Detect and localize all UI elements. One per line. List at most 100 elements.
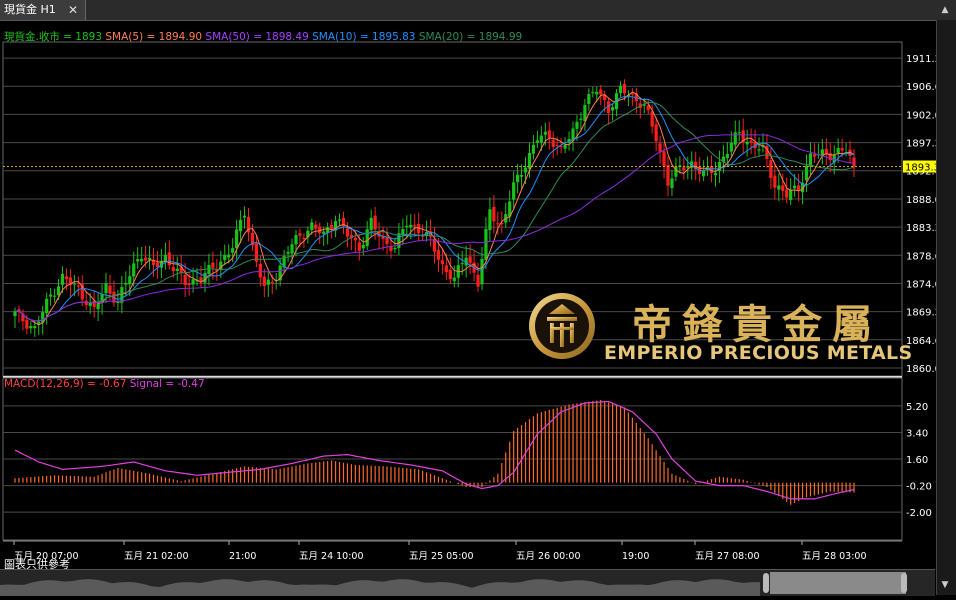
macd-tick-label: -0.20 <box>906 482 932 493</box>
candle-body <box>262 276 266 286</box>
candle-body <box>852 157 856 167</box>
candle-body <box>733 132 737 145</box>
candle-body <box>749 140 753 143</box>
candle-body <box>136 259 140 262</box>
candle-body <box>183 274 187 286</box>
candle-body <box>337 219 342 221</box>
navigator-overview[interactable] <box>0 570 935 596</box>
candle-body <box>496 223 500 225</box>
candle-body <box>682 167 686 171</box>
navigator-handle[interactable] <box>901 573 907 593</box>
candle-body <box>769 160 773 178</box>
candle-body <box>132 263 136 277</box>
candle-body <box>535 140 539 143</box>
navigator-handle[interactable] <box>763 573 769 593</box>
price-tick-label: 1883.33 <box>906 223 936 234</box>
candle-body <box>140 258 144 262</box>
horizontal-scroller[interactable] <box>0 569 935 596</box>
candle-body <box>45 298 49 314</box>
candle-body <box>322 231 326 234</box>
candle-body <box>452 277 456 282</box>
candle-body <box>187 283 191 286</box>
candle-body <box>804 165 809 181</box>
indicator-legend: 現貨金.收市 = 1893 SMA(5) = 1894.90 SMA(50) =… <box>4 29 522 44</box>
candle-body <box>670 178 674 189</box>
candle-body <box>785 189 789 198</box>
candle-body <box>531 145 536 154</box>
candle-body <box>290 244 294 254</box>
candle-body <box>76 285 80 287</box>
scroll-down-icon[interactable]: ▼ <box>938 578 952 592</box>
candle-body <box>460 263 464 265</box>
candle-body <box>393 247 397 250</box>
candle-body <box>543 131 547 135</box>
candle-body <box>33 326 37 329</box>
candle-body <box>235 229 239 249</box>
candle-body <box>405 225 409 227</box>
candle-body <box>330 224 334 229</box>
candle-body <box>618 85 623 94</box>
candle-body <box>713 172 718 176</box>
candle-body <box>242 215 247 218</box>
candle-body <box>448 269 452 280</box>
candle-body <box>658 143 662 152</box>
time-tick-label: 五月 25 05:00 <box>409 551 474 562</box>
macd-tick-label: 1.60 <box>906 455 928 466</box>
candle-body <box>365 229 369 247</box>
candle-body <box>468 256 472 264</box>
time-tick-label: 五月 21 02:00 <box>124 551 189 562</box>
candle-body <box>512 182 516 200</box>
candle-body <box>286 251 290 254</box>
candle-body <box>587 94 591 104</box>
candle-body <box>595 91 599 95</box>
candle-body <box>591 92 595 94</box>
candle-body <box>523 167 528 173</box>
candle-body <box>29 326 33 329</box>
price-tick-label: 1860.00 <box>906 364 936 375</box>
navigator-window[interactable] <box>770 572 906 594</box>
candle-body <box>551 139 555 147</box>
candle-body <box>171 267 175 272</box>
time-tick-label: 五月 24 10:00 <box>299 551 364 562</box>
candle-body <box>547 130 551 138</box>
candle-body <box>840 148 844 151</box>
candle-body <box>516 174 520 183</box>
sma10-legend: SMA(10) = 1895.83 <box>312 31 416 43</box>
macd-tick-label: 3.40 <box>906 428 928 439</box>
close-icon[interactable]: ✕ <box>68 0 78 20</box>
candle-body <box>789 189 793 201</box>
scroll-up-icon[interactable]: ▲ <box>938 3 952 17</box>
vertical-scrollbar[interactable] <box>936 20 956 595</box>
candle-body <box>650 111 654 127</box>
sma5-line <box>15 91 855 326</box>
candle-body <box>539 135 543 143</box>
price-legend: 現貨金.收市 = 1893 <box>4 31 103 43</box>
price-tick-label: 1888.00 <box>906 195 936 206</box>
macd-tick-label: -2.00 <box>906 508 932 519</box>
candle-body <box>207 264 211 274</box>
candle-body <box>223 255 227 261</box>
price-tick-label: 1902.00 <box>906 110 936 121</box>
candle-body <box>725 153 729 159</box>
candle-body <box>709 166 714 173</box>
candle-body <box>175 268 179 271</box>
candle-body <box>484 228 488 260</box>
signal-line <box>14 400 855 500</box>
sma10-line <box>15 95 855 322</box>
candle-body <box>294 235 298 245</box>
chart-tab[interactable]: 現貨金 H1 ✕ <box>0 0 86 20</box>
price-tick-label: 1878.67 <box>906 251 936 262</box>
time-tick-label: 21:00 <box>229 551 256 562</box>
candle-body <box>84 300 88 306</box>
time-tick-label: 19:00 <box>622 551 649 562</box>
sma50-legend: SMA(50) = 1898.49 <box>205 31 309 43</box>
candle-body <box>191 279 195 285</box>
candle-body <box>409 224 413 228</box>
candle-body <box>654 124 658 142</box>
watermark-english: EMPERIO PRECIOUS METALS <box>604 342 913 364</box>
emperio-logo-icon <box>529 293 595 359</box>
candle-body <box>155 262 160 267</box>
candle-body <box>128 276 132 285</box>
price-tick-label: 1911.33 <box>906 54 936 65</box>
candle-body <box>575 121 579 129</box>
